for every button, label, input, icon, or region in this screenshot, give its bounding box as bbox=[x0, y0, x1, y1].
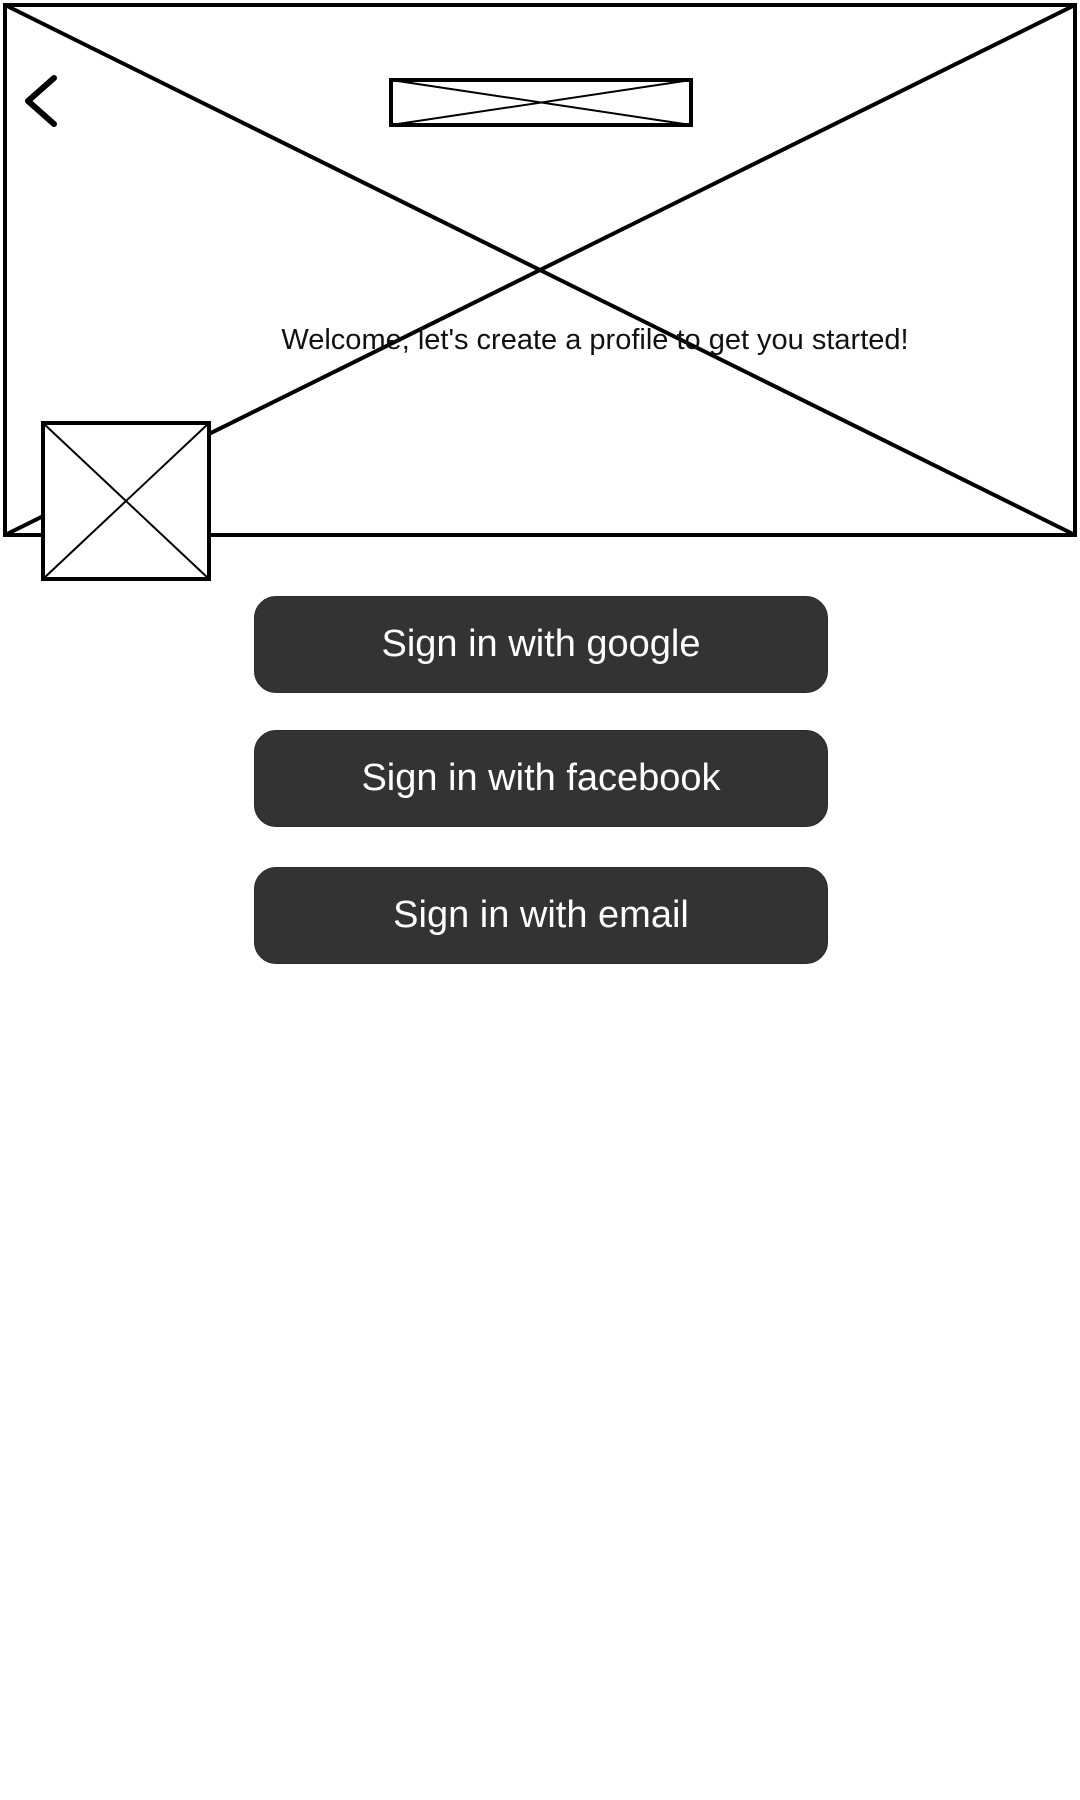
welcome-text: Welcome, let's create a profile to get y… bbox=[281, 324, 909, 356]
chevron-left-icon bbox=[25, 75, 57, 127]
avatar-image-placeholder bbox=[41, 421, 211, 581]
back-button[interactable] bbox=[18, 72, 64, 130]
sign-in-facebook-button[interactable]: Sign in with facebook bbox=[254, 730, 828, 827]
sign-in-email-button[interactable]: Sign in with email bbox=[254, 867, 828, 964]
sign-in-google-button[interactable]: Sign in with google bbox=[254, 596, 828, 693]
logo-image-placeholder bbox=[389, 78, 693, 127]
